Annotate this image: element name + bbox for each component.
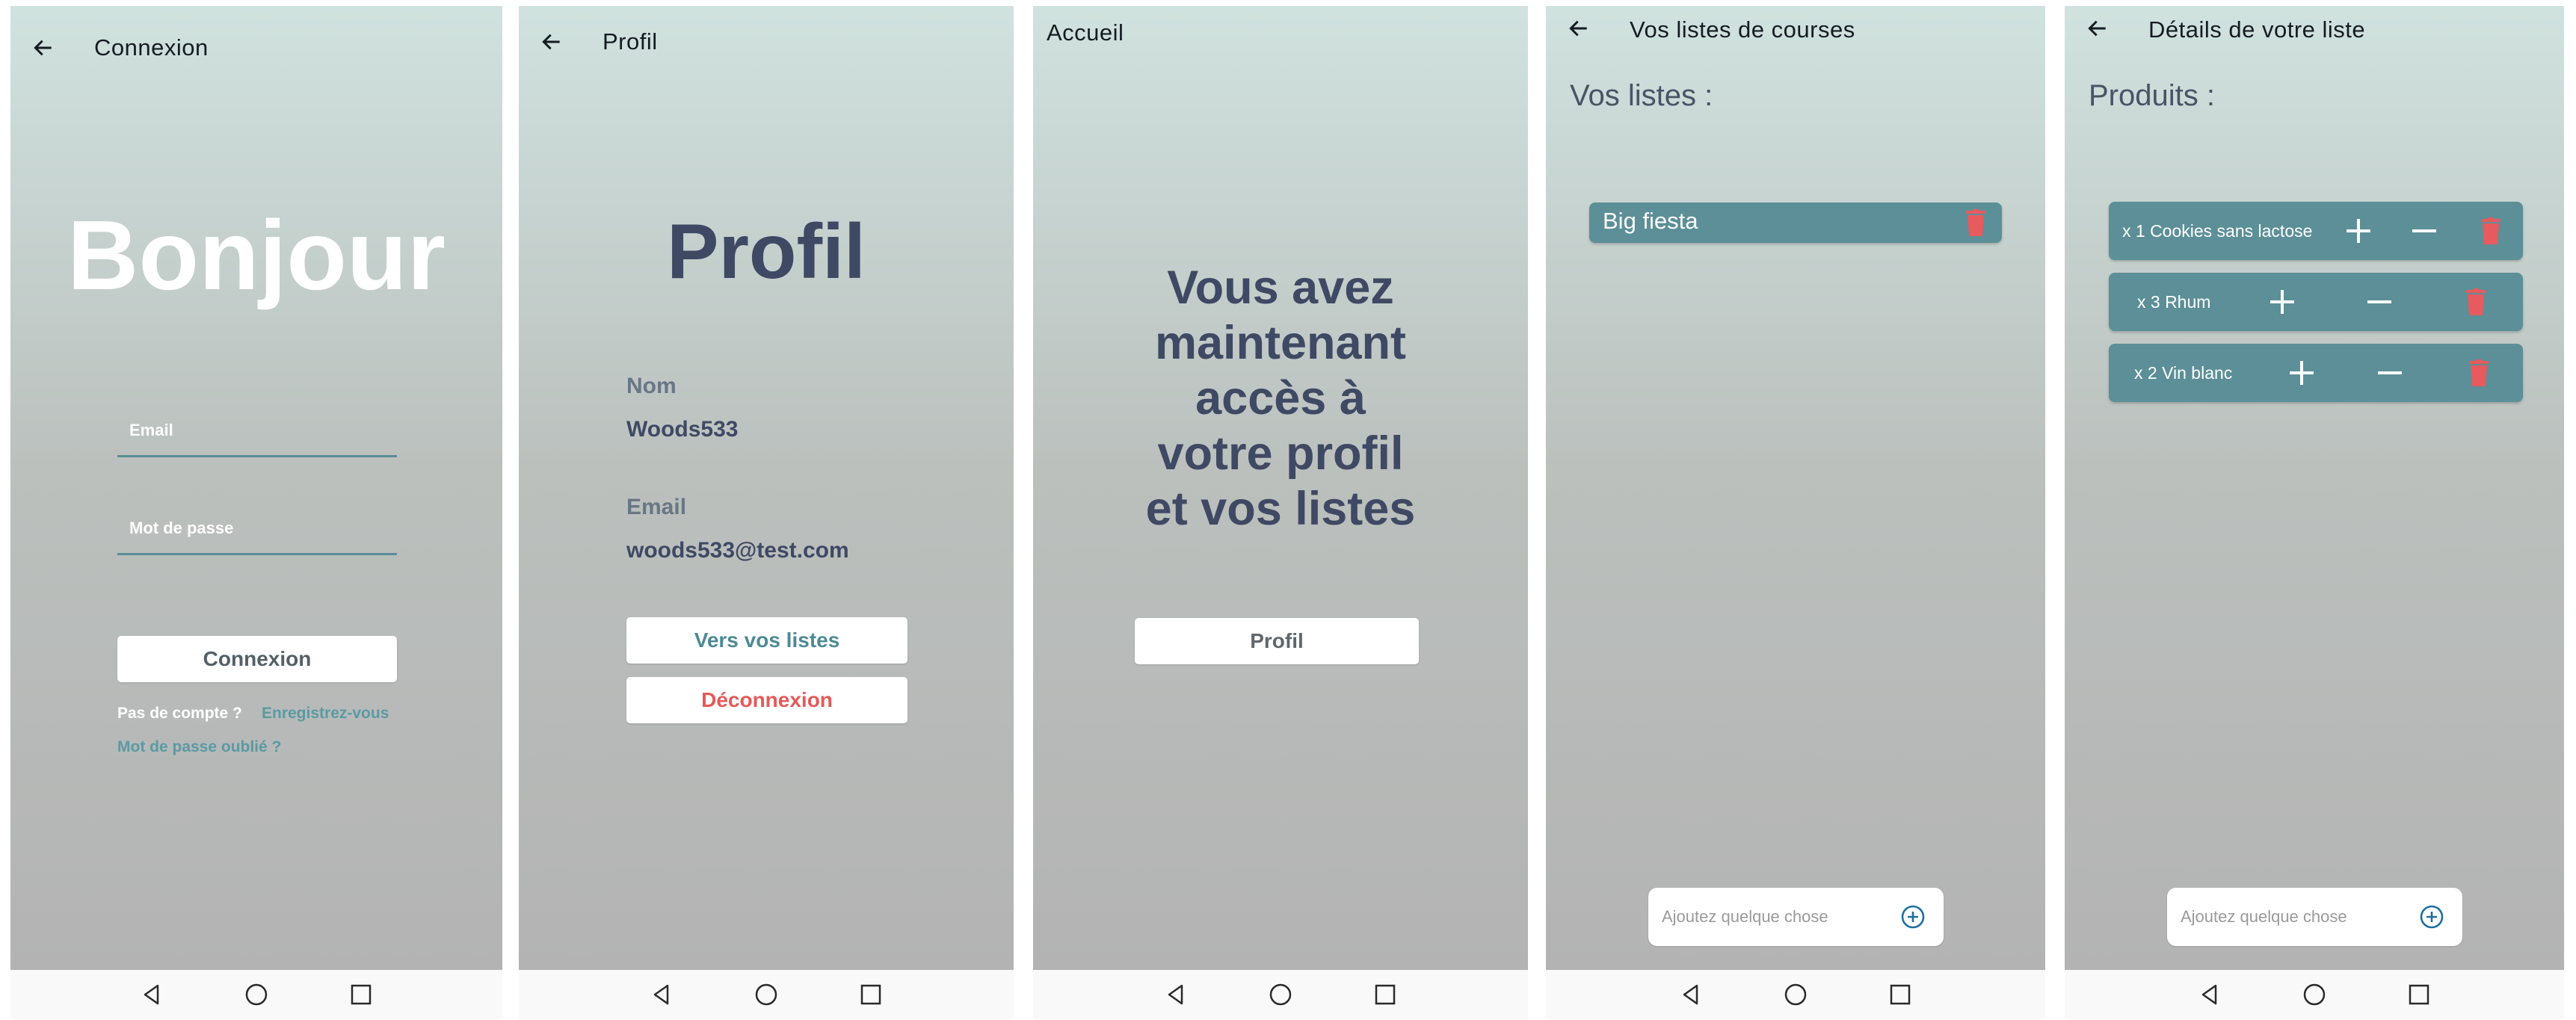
product-row: x 2 Vin blanc (2109, 344, 2523, 402)
phone-details: Détails de votre liste Produits : x 1 Co… (2065, 6, 2564, 1019)
system-nav-bar (2065, 970, 2564, 1019)
plus-icon[interactable] (2290, 361, 2314, 385)
profile-heading: Profil (667, 208, 866, 295)
no-account-text: Pas de compte ? (117, 705, 242, 722)
lists-title: Vos listes de courses (1630, 16, 1855, 43)
email-label: Email (626, 495, 687, 519)
product-label: x 2 Vin blanc (2134, 363, 2233, 383)
back-arrow-icon[interactable] (540, 30, 564, 54)
home-message-line: et vos listes (1145, 483, 1416, 535)
register-link[interactable]: Enregistrez-vous (262, 705, 389, 723)
triangle-back-icon[interactable] (1164, 983, 1188, 1007)
add-list-bar (1648, 888, 1944, 946)
login-top-bar: Connexion (10, 6, 502, 81)
login-heading: Bonjour (67, 200, 446, 310)
back-arrow-icon[interactable] (1567, 16, 1591, 40)
plus-icon[interactable] (2270, 290, 2294, 314)
trash-icon[interactable] (2466, 288, 2486, 315)
phone-home: Accueil Vous avez maintenant accès à vot… (1033, 6, 1528, 1019)
lists-top-bar: Vos listes de courses (1546, 6, 2045, 81)
add-circle-icon[interactable] (1900, 904, 1926, 930)
product-label: x 3 Rhum (2137, 292, 2211, 312)
square-recent-icon[interactable] (1888, 983, 1912, 1007)
system-nav-bar (1033, 970, 1528, 1019)
name-value: Woods533 (626, 417, 739, 442)
home-message-line: votre profil (1157, 427, 1404, 480)
triangle-back-icon[interactable] (650, 983, 674, 1007)
back-arrow-icon[interactable] (31, 36, 55, 60)
list-item-name: Big fiesta (1603, 208, 1698, 234)
profile-top-bar: Profil (519, 6, 1014, 81)
circle-home-icon[interactable] (1269, 983, 1292, 1007)
email-value: woods533@test.com (626, 538, 849, 563)
system-nav-bar (519, 970, 1014, 1019)
circle-home-icon[interactable] (2302, 983, 2326, 1007)
square-recent-icon[interactable] (1373, 983, 1397, 1007)
details-top-bar: Détails de votre liste (2065, 6, 2564, 81)
home-top-bar: Accueil (1033, 6, 1528, 81)
forgot-password-link[interactable]: Mot de passe oublié ? (117, 738, 281, 756)
circle-home-icon[interactable] (1784, 983, 1808, 1007)
product-row: x 3 Rhum (2109, 273, 2523, 331)
details-title: Détails de votre liste (2148, 16, 2366, 43)
home-message-line: accès à (1195, 372, 1366, 424)
home-message-line: maintenant (1154, 317, 1407, 369)
square-recent-icon[interactable] (2407, 983, 2431, 1007)
email-label: Email (129, 421, 173, 439)
triangle-back-icon[interactable] (2198, 983, 2222, 1007)
back-arrow-icon[interactable] (2086, 16, 2110, 40)
minus-icon[interactable] (2367, 290, 2391, 314)
trash-icon[interactable] (2469, 359, 2489, 386)
product-row: x 1 Cookies sans lactose (2109, 202, 2523, 260)
profile-button[interactable]: Profil (1135, 618, 1419, 664)
login-title: Connexion (94, 34, 209, 61)
minus-icon[interactable] (2378, 361, 2402, 385)
add-circle-icon[interactable] (2419, 904, 2444, 930)
trash-icon[interactable] (1966, 209, 1985, 236)
home-screen: Accueil Vous avez maintenant accès à vot… (1033, 6, 1528, 970)
phone-profile: Profil Profil Nom Woods533 Email woods53… (519, 6, 1014, 1019)
add-list-input[interactable] (1660, 903, 1888, 931)
details-screen: Détails de votre liste Produits : x 1 Co… (2065, 6, 2564, 970)
lists-screen: Vos listes de courses Vos listes : Big f… (1546, 6, 2045, 970)
square-recent-icon[interactable] (349, 983, 373, 1007)
phone-login: Connexion Bonjour Email Mot de passe Con… (10, 6, 502, 1019)
product-label: x 1 Cookies sans lactose (2122, 221, 2313, 241)
products-section-title: Produits : (2089, 79, 2215, 112)
square-recent-icon[interactable] (859, 983, 883, 1007)
lists-section-title: Vos listes : (1570, 79, 1713, 112)
email-field[interactable]: Email (117, 407, 397, 457)
profile-title: Profil (603, 28, 658, 55)
login-button[interactable]: Connexion (117, 636, 397, 682)
add-product-input[interactable] (2179, 903, 2406, 931)
password-label: Mot de passe (129, 519, 234, 537)
triangle-back-icon[interactable] (140, 983, 164, 1007)
system-nav-bar (1546, 970, 2045, 1019)
profile-screen: Profil Profil Nom Woods533 Email woods53… (519, 6, 1014, 970)
system-nav-bar (10, 970, 502, 1019)
login-screen: Connexion Bonjour Email Mot de passe Con… (10, 6, 502, 970)
home-title: Accueil (1047, 19, 1124, 46)
minus-icon[interactable] (2412, 219, 2436, 243)
triangle-back-icon[interactable] (1679, 983, 1703, 1007)
list-item[interactable]: Big fiesta (1589, 203, 2002, 243)
circle-home-icon[interactable] (244, 983, 268, 1007)
add-product-bar (2167, 888, 2462, 946)
go-to-lists-button[interactable]: Vers vos listes (626, 617, 908, 664)
phone-lists: Vos listes de courses Vos listes : Big f… (1546, 6, 2045, 1019)
password-field[interactable]: Mot de passe (117, 504, 397, 555)
circle-home-icon[interactable] (754, 983, 778, 1007)
logout-button[interactable]: Déconnexion (626, 677, 908, 723)
home-message-line: Vous avez (1167, 262, 1394, 314)
home-message: Vous avez maintenant accès à votre profi… (1033, 260, 1528, 537)
trash-icon[interactable] (2481, 217, 2500, 244)
plus-icon[interactable] (2347, 219, 2370, 243)
name-label: Nom (626, 374, 677, 398)
